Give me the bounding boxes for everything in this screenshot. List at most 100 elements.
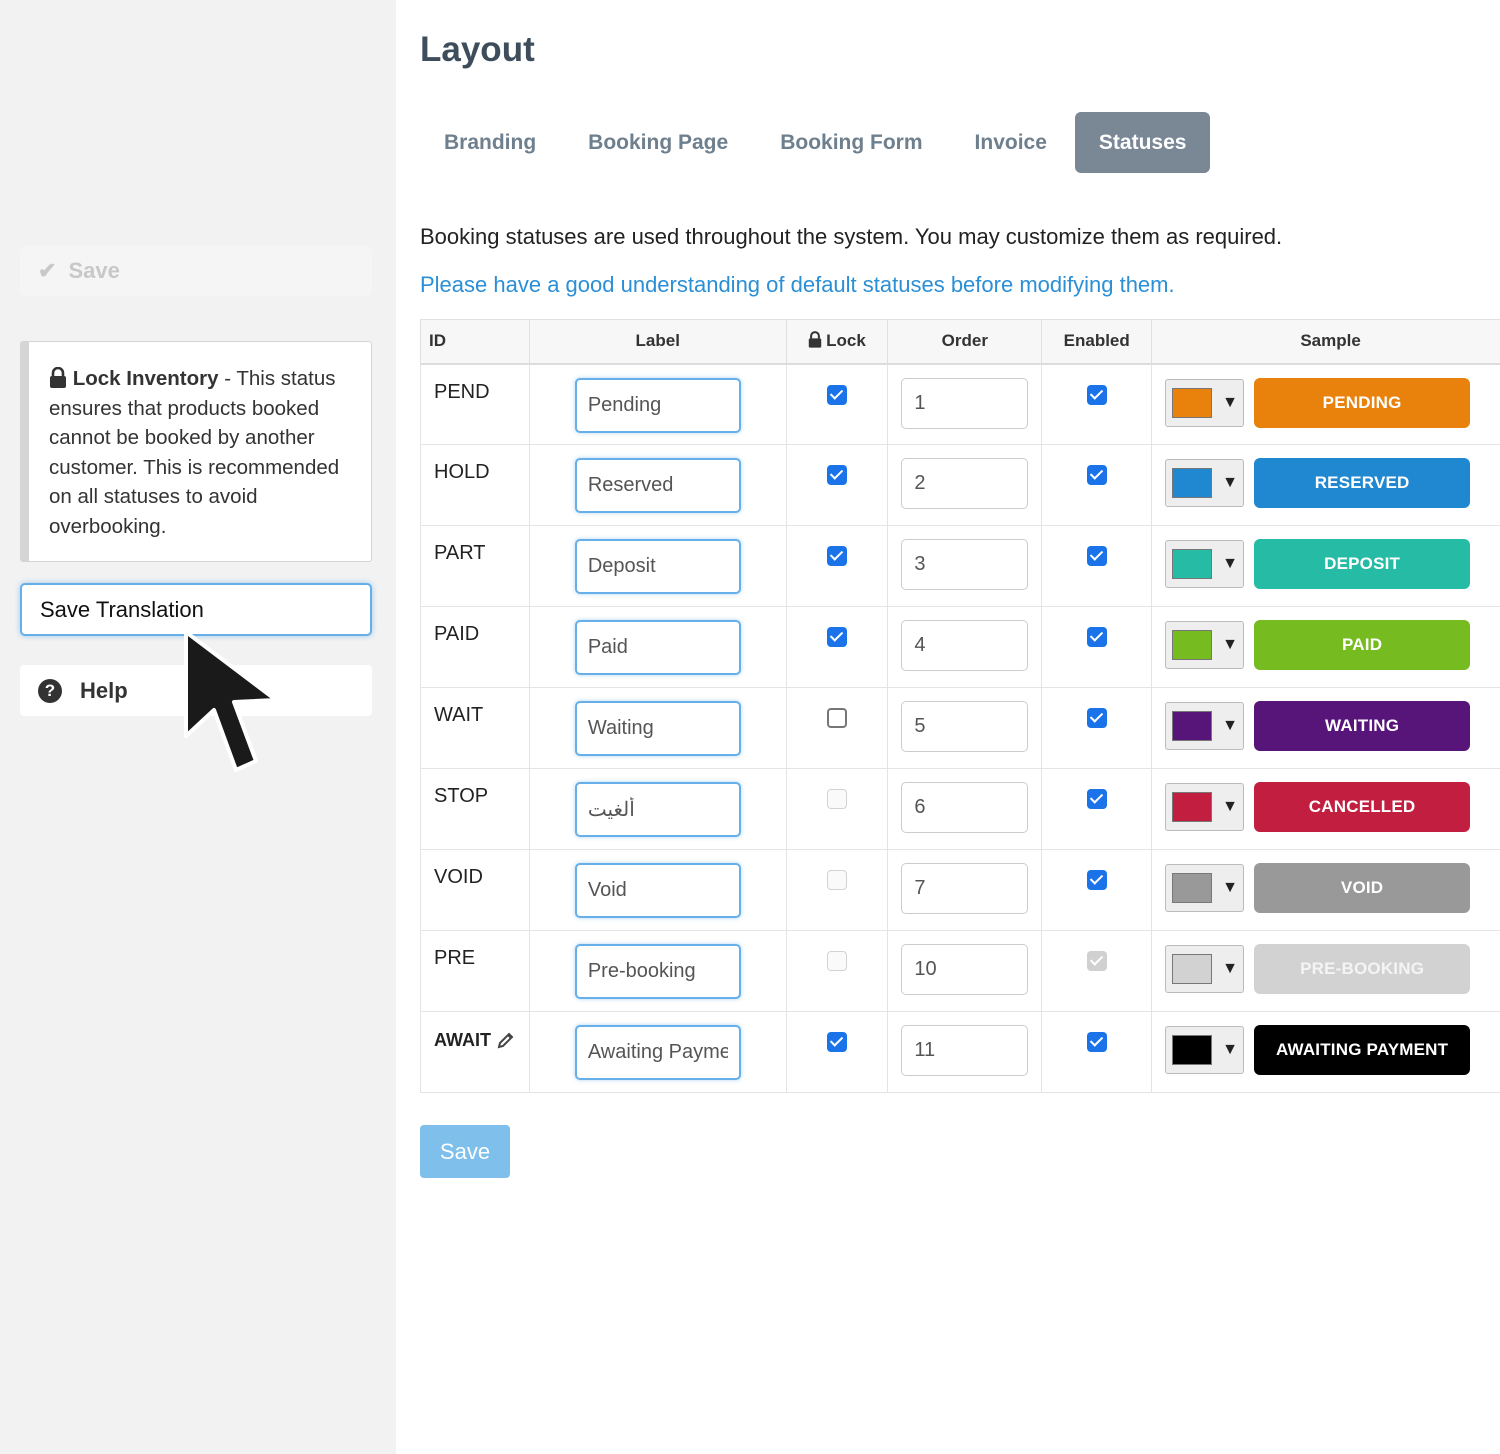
color-swatch bbox=[1172, 954, 1213, 984]
status-label-input[interactable] bbox=[574, 458, 741, 513]
status-label-input[interactable] bbox=[574, 863, 741, 918]
enabled-checkbox[interactable] bbox=[1086, 789, 1107, 809]
sidebar-save-label: Save bbox=[68, 258, 120, 283]
order-cell bbox=[887, 1011, 1043, 1093]
enabled-checkbox[interactable] bbox=[1086, 870, 1107, 890]
enabled-checkbox[interactable] bbox=[1086, 1032, 1107, 1052]
lock-checkbox[interactable] bbox=[826, 627, 847, 647]
status-id: PEND bbox=[434, 380, 490, 403]
color-swatch bbox=[1172, 468, 1213, 498]
tab-invoice[interactable]: Invoice bbox=[951, 112, 1071, 173]
status-sample-badge: DEPOSIT bbox=[1254, 539, 1471, 589]
color-swatch bbox=[1172, 792, 1213, 822]
table-row: VOID ▼ VOID bbox=[420, 849, 1500, 931]
color-picker[interactable]: ▼ bbox=[1165, 621, 1245, 669]
sidebar-save-button[interactable]: ✔ Save bbox=[20, 246, 372, 296]
order-input[interactable] bbox=[901, 1025, 1029, 1076]
sample-cell: ▼ DEPOSIT bbox=[1151, 525, 1500, 607]
status-sample-badge: WAITING bbox=[1254, 701, 1471, 751]
status-id: AWAIT bbox=[434, 1030, 491, 1050]
lock-checkbox[interactable] bbox=[826, 465, 847, 485]
color-picker[interactable]: ▼ bbox=[1165, 945, 1245, 993]
status-sample-badge: PENDING bbox=[1254, 377, 1471, 428]
color-swatch bbox=[1172, 711, 1213, 741]
question-circle-icon: ? bbox=[38, 678, 62, 703]
tab-bar: Branding Booking Page Booking Form Invoice S… bbox=[420, 112, 1214, 173]
lock-checkbox[interactable] bbox=[826, 708, 847, 728]
color-picker[interactable]: ▼ bbox=[1165, 459, 1245, 507]
lock-checkbox[interactable] bbox=[826, 870, 847, 890]
lock-cell bbox=[785, 849, 889, 931]
lock-checkbox[interactable] bbox=[826, 546, 847, 566]
order-input[interactable] bbox=[901, 782, 1029, 833]
order-input[interactable] bbox=[901, 701, 1029, 752]
status-label-input[interactable] bbox=[574, 620, 741, 675]
order-input[interactable] bbox=[901, 458, 1029, 509]
sample-cell: ▼ AWAITING PAYMENT bbox=[1151, 1011, 1500, 1093]
enabled-checkbox[interactable] bbox=[1086, 546, 1107, 566]
label-cell bbox=[528, 849, 787, 931]
label-cell bbox=[528, 930, 787, 1012]
enabled-checkbox[interactable] bbox=[1086, 384, 1107, 405]
triangle-down-icon: ▼ bbox=[1222, 1041, 1238, 1058]
status-sample-badge: PRE-BOOKING bbox=[1254, 944, 1471, 994]
status-id: HOLD bbox=[434, 461, 490, 483]
enabled-checkbox[interactable] bbox=[1086, 951, 1107, 971]
status-id: STOP bbox=[434, 785, 489, 807]
default-statuses-link[interactable]: Please have a good understanding of defa… bbox=[420, 272, 1175, 298]
save-button[interactable]: Save bbox=[420, 1125, 510, 1178]
status-label-input[interactable] bbox=[574, 539, 741, 594]
status-id: PAID bbox=[434, 623, 480, 645]
lock-checkbox[interactable] bbox=[826, 789, 847, 809]
color-picker[interactable]: ▼ bbox=[1165, 702, 1245, 750]
label-cell bbox=[528, 444, 787, 526]
enabled-checkbox[interactable] bbox=[1086, 708, 1107, 728]
tab-statuses[interactable]: Statuses bbox=[1074, 112, 1211, 173]
lock-checkbox[interactable] bbox=[826, 951, 847, 971]
status-sample-badge: VOID bbox=[1254, 863, 1471, 913]
sample-cell: ▼ WAITING bbox=[1151, 687, 1500, 769]
enabled-checkbox[interactable] bbox=[1086, 465, 1107, 485]
order-cell bbox=[887, 849, 1043, 931]
color-picker[interactable]: ▼ bbox=[1165, 1026, 1245, 1074]
enabled-cell bbox=[1041, 444, 1153, 526]
table-row: WAIT ▼ WAITING bbox=[420, 687, 1500, 769]
status-label-input[interactable] bbox=[574, 1025, 741, 1080]
tab-booking-form[interactable]: Booking Form bbox=[756, 112, 946, 173]
triangle-down-icon: ▼ bbox=[1222, 717, 1238, 734]
order-input[interactable] bbox=[901, 539, 1029, 590]
order-input[interactable] bbox=[901, 944, 1029, 995]
table-row: PEND ▼ PENDING bbox=[420, 363, 1500, 445]
col-label: Label bbox=[528, 319, 787, 365]
lock-cell bbox=[785, 525, 889, 607]
order-cell bbox=[887, 768, 1043, 850]
sample-cell: ▼ PAID bbox=[1151, 606, 1500, 688]
pencil-icon[interactable] bbox=[497, 1031, 515, 1049]
order-input[interactable] bbox=[901, 377, 1029, 429]
status-label-input[interactable] bbox=[574, 377, 741, 433]
lock-cell bbox=[785, 930, 889, 1012]
lock-checkbox[interactable] bbox=[826, 384, 847, 405]
label-cell bbox=[528, 1011, 787, 1093]
status-label-input[interactable] bbox=[574, 782, 741, 837]
sample-cell: ▼ VOID bbox=[1151, 849, 1500, 931]
color-picker[interactable]: ▼ bbox=[1165, 540, 1245, 588]
lock-checkbox[interactable] bbox=[826, 1032, 847, 1052]
color-picker[interactable]: ▼ bbox=[1165, 864, 1245, 912]
color-picker[interactable]: ▼ bbox=[1165, 378, 1245, 427]
status-label-input[interactable] bbox=[574, 701, 741, 756]
tab-booking-page[interactable]: Booking Page bbox=[564, 112, 752, 173]
status-label-input[interactable] bbox=[574, 944, 741, 999]
color-picker[interactable]: ▼ bbox=[1165, 783, 1245, 831]
enabled-checkbox[interactable] bbox=[1086, 627, 1107, 647]
label-cell bbox=[528, 525, 787, 607]
info-title: Lock Inventory bbox=[72, 367, 219, 390]
color-swatch bbox=[1172, 387, 1213, 418]
tab-branding[interactable]: Branding bbox=[420, 112, 560, 173]
order-input[interactable] bbox=[901, 620, 1029, 671]
status-id: PART bbox=[434, 542, 486, 564]
order-input[interactable] bbox=[901, 863, 1029, 914]
enabled-cell bbox=[1041, 606, 1153, 688]
table-row: PAID ▼ PAID bbox=[420, 606, 1500, 688]
page-title: Layout bbox=[420, 30, 535, 69]
